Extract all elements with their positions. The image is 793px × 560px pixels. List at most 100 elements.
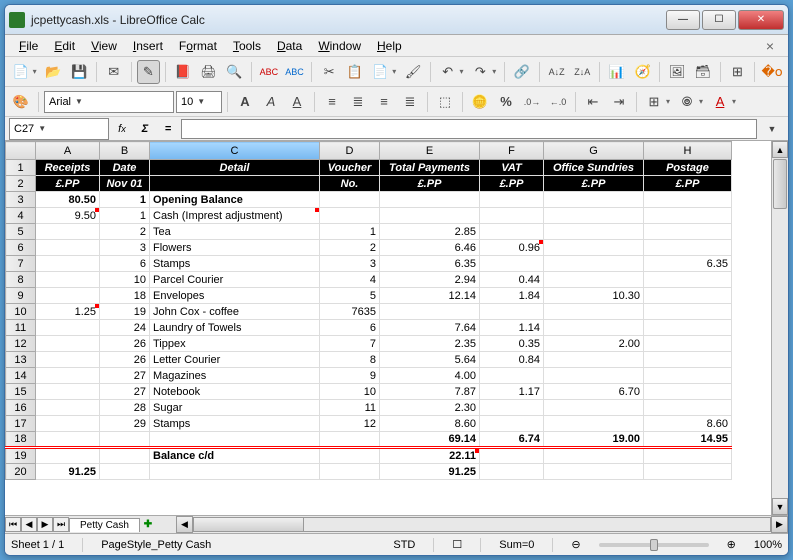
cell[interactable]	[150, 432, 320, 448]
table-header[interactable]: £.PP	[544, 176, 644, 192]
italic-icon[interactable]: A	[259, 90, 283, 114]
col-header[interactable]: G	[544, 142, 644, 160]
function-icon[interactable]: =	[158, 119, 178, 139]
cell[interactable]: 3	[100, 240, 150, 256]
cell[interactable]: 7.87	[380, 384, 480, 400]
dropdown-icon[interactable]: ▾	[732, 97, 736, 106]
cell[interactable]	[320, 192, 380, 208]
cell[interactable]: 19	[100, 304, 150, 320]
cell[interactable]	[380, 208, 480, 224]
cell[interactable]	[36, 432, 100, 448]
table-header[interactable]: Postage	[644, 160, 732, 176]
cell[interactable]: 1	[100, 192, 150, 208]
cell[interactable]: 2.30	[380, 400, 480, 416]
row-header[interactable]: 20	[6, 464, 36, 480]
cell[interactable]: 0.35	[480, 336, 544, 352]
cell[interactable]: 18	[100, 288, 150, 304]
menu-file[interactable]: File	[13, 37, 44, 55]
cell[interactable]: 8.60	[644, 416, 732, 432]
cell[interactable]	[36, 256, 100, 272]
table-header[interactable]: £.PP	[480, 176, 544, 192]
paste-icon[interactable]: 📄	[369, 60, 393, 84]
cell[interactable]	[644, 320, 732, 336]
hyperlink-icon[interactable]: 🔗	[510, 60, 534, 84]
sum-icon[interactable]: Σ	[135, 119, 155, 139]
cell[interactable]	[150, 464, 320, 480]
cell[interactable]: 0.84	[480, 352, 544, 368]
cell[interactable]: 7.64	[380, 320, 480, 336]
cell[interactable]	[320, 464, 380, 480]
cell[interactable]	[480, 192, 544, 208]
tab-first-icon[interactable]: ⏮	[5, 517, 21, 532]
navigator-icon[interactable]: 🧭	[631, 60, 655, 84]
row-header[interactable]: 8	[6, 272, 36, 288]
cell[interactable]: 27	[100, 384, 150, 400]
format-paintbrush-icon[interactable]: 🖌	[401, 60, 425, 84]
cell[interactable]	[644, 272, 732, 288]
zoom-in-icon[interactable]: ⊕	[727, 538, 736, 551]
cell[interactable]: 1.17	[480, 384, 544, 400]
cell[interactable]: Notebook	[150, 384, 320, 400]
cell[interactable]	[544, 256, 644, 272]
cell[interactable]	[544, 368, 644, 384]
cell[interactable]	[100, 432, 150, 448]
row-header[interactable]: 12	[6, 336, 36, 352]
cell[interactable]: 26	[100, 336, 150, 352]
cell[interactable]	[480, 256, 544, 272]
row-header[interactable]: 1	[6, 160, 36, 176]
new-dropdown-icon[interactable]: ▾	[33, 67, 37, 76]
row-header[interactable]: 7	[6, 256, 36, 272]
cell[interactable]: Flowers	[150, 240, 320, 256]
cell[interactable]: 1.84	[480, 288, 544, 304]
cell[interactable]: 1	[320, 224, 380, 240]
cell[interactable]: Parcel Courier	[150, 272, 320, 288]
cell[interactable]	[644, 448, 732, 464]
help-icon[interactable]: �օ	[760, 60, 784, 84]
cell[interactable]: 2	[100, 224, 150, 240]
cell[interactable]	[480, 464, 544, 480]
cell[interactable]	[480, 448, 544, 464]
cell[interactable]	[544, 352, 644, 368]
cell[interactable]: 0.96	[480, 240, 544, 256]
cell[interactable]: 12	[320, 416, 380, 432]
cell[interactable]: Envelopes	[150, 288, 320, 304]
cell[interactable]	[644, 464, 732, 480]
table-header[interactable]: Voucher	[320, 160, 380, 176]
tab-prev-icon[interactable]: ◀	[21, 517, 37, 532]
menu-format[interactable]: Format	[173, 37, 223, 55]
font-size-combo[interactable]: 10▼	[176, 91, 222, 113]
cell[interactable]	[644, 384, 732, 400]
row-header[interactable]: 10	[6, 304, 36, 320]
align-right-icon[interactable]: ≡	[372, 90, 396, 114]
row-header[interactable]: 17	[6, 416, 36, 432]
col-header[interactable]: C	[150, 142, 320, 160]
cell[interactable]	[320, 448, 380, 464]
cell[interactable]: 10.30	[544, 288, 644, 304]
cell[interactable]: 4.00	[380, 368, 480, 384]
edit-mode-icon[interactable]: ✎	[137, 60, 161, 84]
cell[interactable]: 6.35	[644, 256, 732, 272]
sort-desc-icon[interactable]: Z↓A	[570, 60, 594, 84]
row-header[interactable]: 19	[6, 448, 36, 464]
cell[interactable]	[644, 224, 732, 240]
cell[interactable]: 80.50	[36, 192, 100, 208]
export-pdf-icon[interactable]: 📕	[171, 60, 195, 84]
cell[interactable]: Tea	[150, 224, 320, 240]
cell[interactable]: 19.00	[544, 432, 644, 448]
row-header[interactable]: 18	[6, 432, 36, 448]
cell[interactable]	[380, 304, 480, 320]
menu-view[interactable]: View	[85, 37, 123, 55]
cell[interactable]: 2.00	[544, 336, 644, 352]
cell[interactable]: 6.35	[380, 256, 480, 272]
scroll-thumb[interactable]	[773, 159, 787, 209]
cell[interactable]	[644, 336, 732, 352]
styles-icon[interactable]: 🎨	[9, 90, 33, 114]
row-header[interactable]: 6	[6, 240, 36, 256]
cell[interactable]	[644, 192, 732, 208]
cell[interactable]	[644, 400, 732, 416]
cell[interactable]	[480, 224, 544, 240]
print-icon[interactable]: 🖨	[197, 60, 221, 84]
row-header[interactable]: 13	[6, 352, 36, 368]
cell[interactable]: 2.35	[380, 336, 480, 352]
cell[interactable]	[544, 240, 644, 256]
